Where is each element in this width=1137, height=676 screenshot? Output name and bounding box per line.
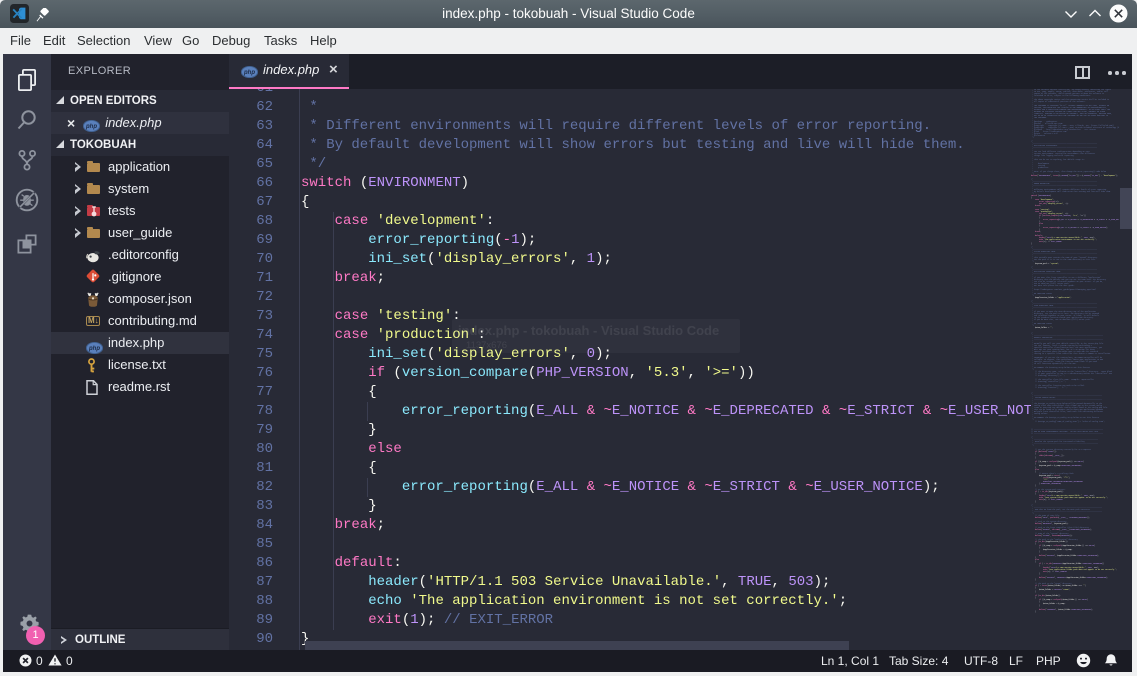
svg-text:php: php	[88, 346, 100, 352]
svg-text:php: php	[243, 70, 255, 76]
svg-text:php: php	[85, 124, 97, 130]
